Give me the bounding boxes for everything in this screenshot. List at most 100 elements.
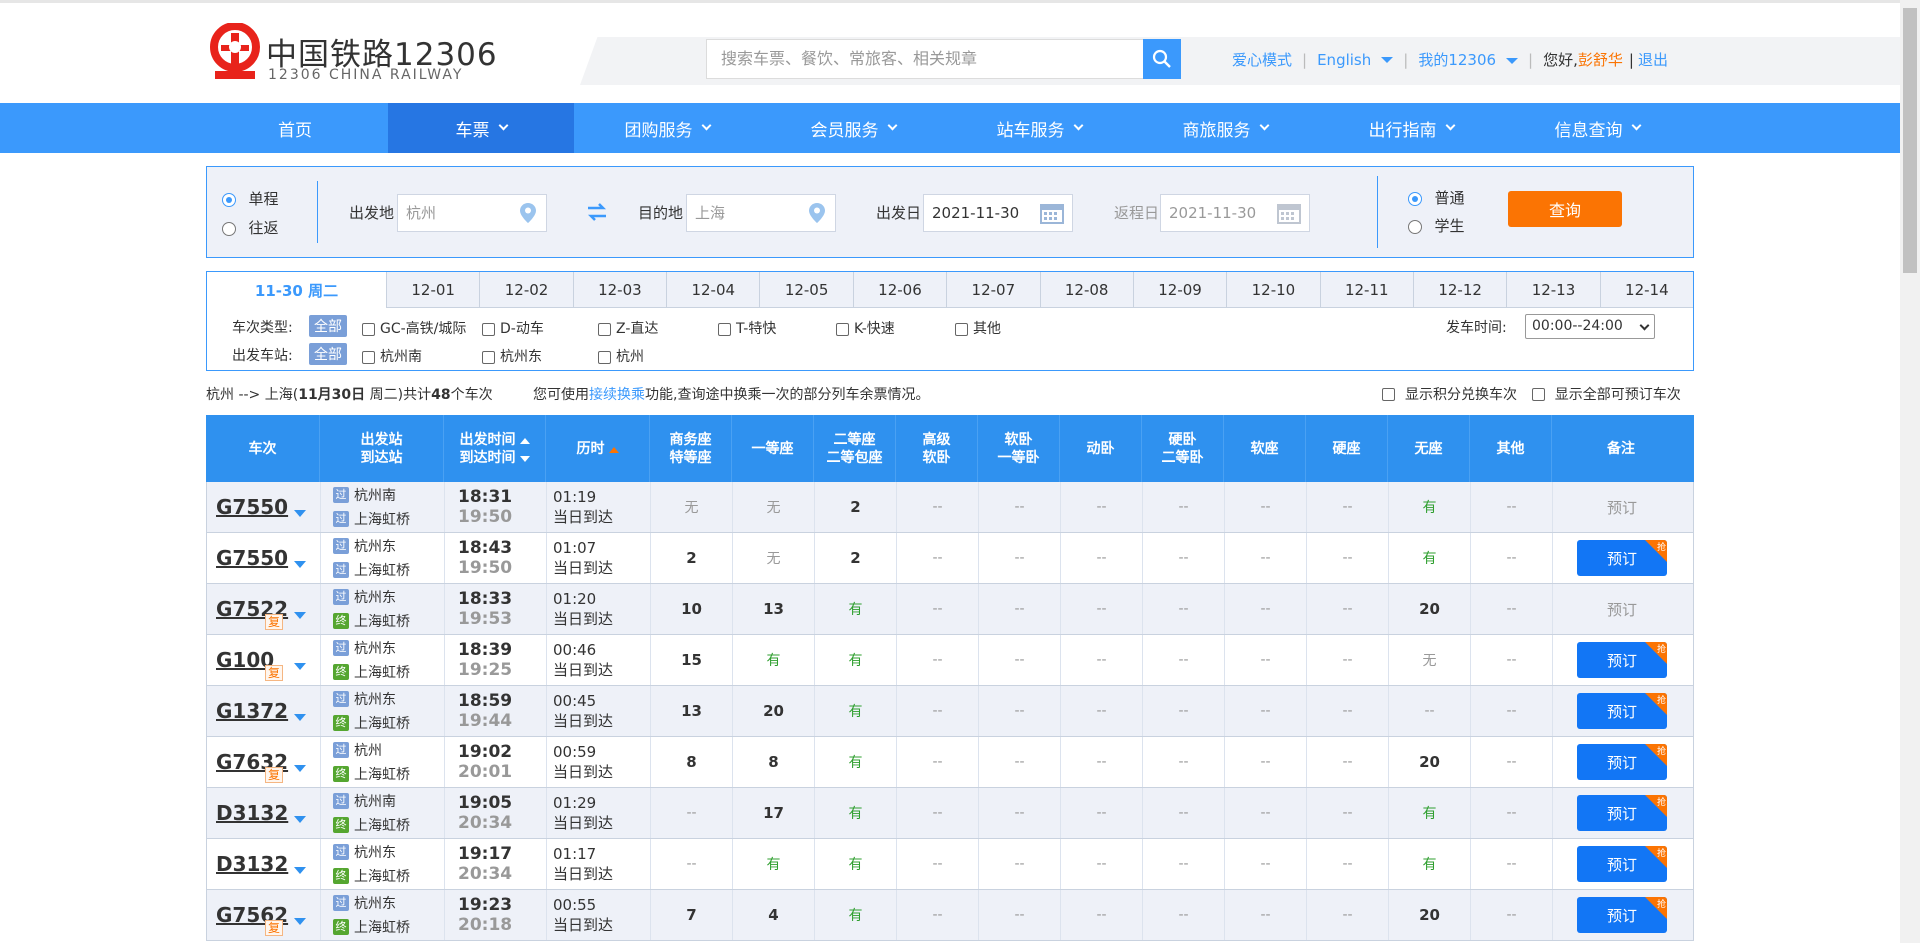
stops-dropdown-icon[interactable] <box>294 867 306 874</box>
return-date-input[interactable]: 2021-11-30 <box>1160 194 1310 232</box>
seat-availability[interactable]: 7 <box>651 890 733 940</box>
care-mode-link[interactable]: 爱心模式 <box>1232 49 1292 70</box>
date-tab[interactable]: 12-02 <box>480 272 574 308</box>
nav-item[interactable]: 站车服务 <box>946 103 1132 153</box>
filter-checkbox[interactable] <box>955 322 968 336</box>
seat-availability[interactable]: 4 <box>733 890 815 940</box>
column-header[interactable]: 历时 <box>546 415 650 482</box>
logout-link[interactable]: 退出 <box>1638 49 1668 70</box>
seat-availability[interactable]: 2 <box>651 533 733 583</box>
calendar-icon[interactable] <box>1040 202 1064 224</box>
seat-availability[interactable]: 有 <box>733 839 815 889</box>
column-header[interactable]: 出发时间 到达时间 <box>444 415 546 482</box>
filter-checkbox[interactable] <box>482 350 495 364</box>
normal-option[interactable]: 普通 <box>1408 187 1464 208</box>
seat-availability[interactable]: 有 <box>1389 839 1471 889</box>
my12306-link[interactable]: 我的12306 <box>1418 49 1519 70</box>
stops-dropdown-icon[interactable] <box>294 510 306 517</box>
train-type-filter[interactable]: K-快速 <box>836 318 895 338</box>
seat-availability[interactable]: 20 <box>1389 584 1471 634</box>
train-number-link[interactable]: D3132 <box>216 852 288 876</box>
train-type-filter[interactable]: GC-高铁/城际 <box>362 318 466 338</box>
seat-availability[interactable]: 20 <box>1389 890 1471 940</box>
date-tab[interactable]: 12-08 <box>1040 272 1134 308</box>
filter-checkbox[interactable] <box>482 322 495 336</box>
nav-item[interactable]: 商旅服务 <box>1132 103 1318 153</box>
bookable-checkbox[interactable] <box>1531 388 1545 401</box>
stops-dropdown-icon[interactable] <box>294 561 306 568</box>
from-input[interactable]: 杭州 <box>397 194 547 232</box>
seat-availability[interactable]: 有 <box>815 737 897 787</box>
username-link[interactable]: 彭舒华 <box>1578 49 1623 70</box>
sort-asc-icon[interactable] <box>519 437 530 444</box>
seat-availability[interactable]: 17 <box>733 788 815 838</box>
date-tab[interactable]: 12-05 <box>760 272 854 308</box>
one-way-radio[interactable] <box>222 193 236 207</box>
one-way-option[interactable]: 单程 <box>222 188 278 209</box>
date-tab[interactable]: 12-11 <box>1320 272 1414 308</box>
seat-availability[interactable]: 8 <box>651 737 733 787</box>
date-tab[interactable]: 12-14 <box>1600 272 1694 308</box>
filter-checkbox[interactable] <box>598 322 611 336</box>
station-filter[interactable]: 杭州 <box>598 346 644 366</box>
student-option[interactable]: 学生 <box>1408 215 1464 236</box>
nav-item[interactable]: 首页 <box>202 103 388 153</box>
nav-item[interactable]: 车票 <box>388 103 574 153</box>
book-button[interactable]: 预订 抢 <box>1577 795 1667 831</box>
seat-availability[interactable]: 13 <box>733 584 815 634</box>
stops-dropdown-icon[interactable] <box>294 612 306 619</box>
filter-checkbox[interactable] <box>598 350 611 364</box>
normal-radio[interactable] <box>1408 192 1422 206</box>
student-radio[interactable] <box>1408 220 1422 234</box>
scrollbar-thumb[interactable] <box>1903 8 1917 273</box>
train-number-link[interactable]: G1372 <box>216 699 288 723</box>
seat-availability[interactable]: 10 <box>651 584 733 634</box>
date-tab[interactable]: 12-01 <box>387 272 481 308</box>
seat-availability[interactable]: 2 <box>815 533 897 583</box>
nav-item[interactable]: 信息查询 <box>1504 103 1690 153</box>
station-all[interactable]: 全部 <box>309 343 347 365</box>
to-input[interactable]: 上海 <box>686 194 836 232</box>
date-tab[interactable]: 12-06 <box>853 272 948 308</box>
book-button[interactable]: 预订 抢 <box>1577 693 1667 729</box>
seat-availability[interactable]: 有 <box>815 584 897 634</box>
date-tab-selected[interactable]: 11-30 周二 <box>207 272 387 308</box>
nav-item[interactable]: 团购服务 <box>574 103 760 153</box>
seat-availability[interactable]: 有 <box>1389 788 1471 838</box>
station-filter[interactable]: 杭州东 <box>482 346 542 366</box>
railway-logo-icon[interactable] <box>205 23 265 85</box>
book-button[interactable]: 预订 抢 <box>1577 744 1667 780</box>
seat-availability[interactable]: 有 <box>815 839 897 889</box>
train-number-link[interactable]: D3132 <box>216 801 288 825</box>
sort-desc-icon[interactable] <box>519 455 530 462</box>
swap-button[interactable] <box>585 201 609 227</box>
filter-checkbox[interactable] <box>362 322 375 336</box>
seat-availability[interactable]: 20 <box>733 686 815 736</box>
seat-availability[interactable]: 有 <box>733 635 815 685</box>
transfer-link[interactable]: 接续换乘 <box>589 387 645 403</box>
english-link[interactable]: English <box>1317 51 1394 69</box>
sort-asc-icon[interactable] <box>608 446 619 453</box>
book-button[interactable]: 预订 抢 <box>1577 540 1667 576</box>
seat-availability[interactable]: 15 <box>651 635 733 685</box>
points-checkbox[interactable] <box>1382 388 1395 401</box>
seat-availability[interactable]: 有 <box>815 635 897 685</box>
round-trip-option[interactable]: 往返 <box>222 217 278 238</box>
search-button[interactable] <box>1143 39 1181 79</box>
seat-availability[interactable]: 2 <box>815 482 897 532</box>
train-type-filter[interactable]: T-特快 <box>718 318 776 338</box>
calendar-icon[interactable] <box>1277 202 1301 224</box>
seat-availability[interactable]: 有 <box>815 890 897 940</box>
train-type-filter[interactable]: Z-直达 <box>598 318 658 338</box>
seat-availability[interactable]: 13 <box>651 686 733 736</box>
date-tab[interactable]: 12-10 <box>1227 272 1321 308</box>
scrollbar[interactable] <box>1900 0 1920 943</box>
date-tab[interactable]: 12-03 <box>573 272 668 308</box>
date-tab[interactable]: 12-09 <box>1133 272 1228 308</box>
nav-item[interactable]: 会员服务 <box>760 103 946 153</box>
search-input[interactable]: 搜索车票、餐饮、常旅客、相关规章 <box>706 39 1144 79</box>
date-tab[interactable]: 12-07 <box>947 272 1041 308</box>
stops-dropdown-icon[interactable] <box>294 765 306 772</box>
stops-dropdown-icon[interactable] <box>294 816 306 823</box>
depart-date-input[interactable]: 2021-11-30 <box>923 194 1073 232</box>
